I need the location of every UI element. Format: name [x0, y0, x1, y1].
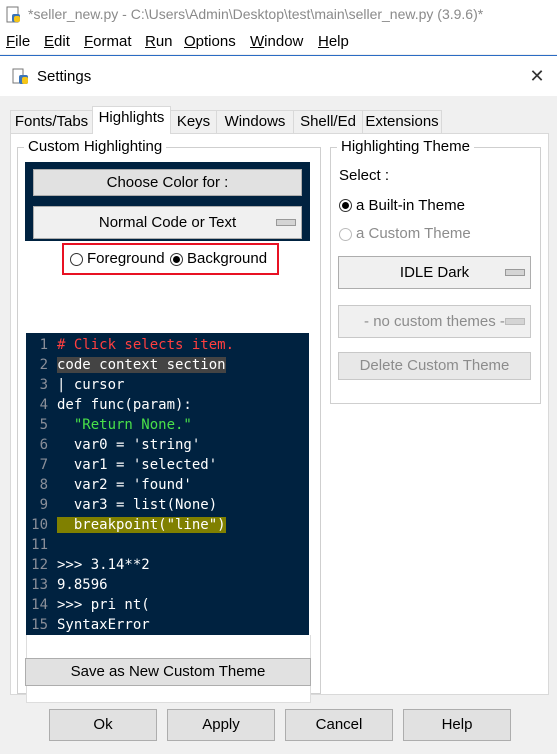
choose-color-button[interactable]: Choose Color for : [33, 169, 302, 196]
menu-format[interactable]: Format [84, 33, 132, 50]
close-icon[interactable]: ✕ [525, 64, 549, 88]
builtin-theme-menu[interactable]: IDLE Dark [338, 256, 531, 289]
sample-line-number: 8 [39, 477, 48, 493]
menu-button-indicator-icon [505, 318, 525, 325]
sample-line-number: 5 [39, 417, 48, 433]
custom-theme-label: a Custom Theme [356, 225, 471, 242]
sample-line-number: 12 [31, 557, 48, 573]
custom-theme-menu[interactable]: - no custom themes - [338, 305, 531, 338]
python-file-icon [6, 6, 20, 23]
menu-options-label: ptions [195, 33, 236, 50]
dialog-title: Settings [37, 68, 92, 85]
sample-line-number: 2 [39, 357, 48, 373]
sample-code-line: var1 = 'selected' [57, 457, 218, 473]
menu-edit-mnemonic: E [44, 33, 55, 50]
sample-line-number: 13 [31, 577, 48, 593]
sample-line-number: 4 [39, 397, 48, 413]
tab-fonts-tabs[interactable]: Fonts/Tabs [10, 110, 93, 133]
menu-button-indicator-icon [276, 219, 296, 226]
tab-shell-ed[interactable]: Shell/Ed [293, 110, 363, 133]
ok-button[interactable]: Ok [49, 709, 157, 741]
custom-theme-name: - no custom themes - [364, 313, 505, 330]
menu-edit[interactable]: Edit [44, 33, 70, 50]
menu-window[interactable]: Window [250, 33, 303, 50]
menu-help-mnemonic: H [318, 33, 329, 50]
sample-code-line: SyntaxError [57, 617, 150, 633]
sample-code-line: 9.8596 [57, 577, 108, 593]
sample-code-line: code context section [57, 357, 226, 373]
highlight-sample[interactable]: 1 2 3 4 5 6 7 8 9 10 11 12 13 14 15 # Click selects it… [26, 333, 309, 635]
tab-highlights[interactable]: Highlights [92, 106, 171, 134]
delete-custom-theme-button[interactable]: Delete Custom Theme [338, 352, 531, 380]
menu-help-label: elp [328, 33, 349, 50]
apply-button[interactable]: Apply [167, 709, 275, 741]
foreground-radio[interactable] [70, 253, 83, 266]
custom-highlighting-label: Custom Highlighting [24, 138, 167, 155]
sample-code-line: breakpoint("line") [57, 517, 226, 533]
highlight-target-menu[interactable]: Normal Code or Text [33, 206, 302, 239]
menu-file[interactable]: File [6, 33, 30, 50]
sample-code-line: def func(param): [57, 397, 192, 413]
sample-line-number: 11 [31, 537, 48, 553]
sample-code-line: | cursor [57, 377, 125, 393]
builtin-theme-radio[interactable] [339, 199, 352, 212]
sample-code-line: >>> 3.14**2 [57, 557, 150, 573]
python-feather-icon [12, 68, 28, 84]
builtin-theme-label: a Built-in Theme [356, 197, 465, 214]
menu-run-mnemonic: R [145, 33, 156, 50]
sample-code-line: var0 = 'string' [57, 437, 201, 453]
menu-run[interactable]: Run [145, 33, 173, 50]
save-custom-theme-button[interactable]: Save as New Custom Theme [25, 658, 311, 686]
menu-bar: File Edit Format Run Options Window Help [0, 30, 557, 54]
menu-format-label: ormat [93, 33, 132, 50]
sample-line-number: 9 [39, 497, 48, 513]
tab-extensions[interactable]: Extensions [362, 110, 442, 133]
sample-line-number: 1 [39, 337, 48, 353]
menu-file-mnemonic: F [6, 33, 16, 50]
menu-window-mnemonic: W [250, 33, 265, 50]
menu-help[interactable]: Help [318, 33, 349, 50]
background-radio[interactable] [170, 253, 183, 266]
menu-button-indicator-icon [505, 269, 525, 276]
settings-dialog: Settings ✕ Fonts/Tabs Highlights Keys Wi… [0, 55, 557, 754]
sample-line-number: 15 [31, 617, 48, 633]
background-label: Background [187, 250, 268, 267]
custom-theme-radio[interactable] [339, 228, 352, 241]
menu-window-label: indow [264, 33, 304, 50]
sample-line-number: 3 [39, 377, 48, 393]
sample-line-number: 6 [39, 437, 48, 453]
menu-run-label: un [155, 33, 173, 50]
foreground-label: Foreground [87, 250, 165, 267]
sample-line-number: 14 [31, 597, 48, 613]
dialog-titlebar: Settings ✕ [0, 56, 557, 96]
sample-code-line: "Return None." [57, 417, 192, 433]
highlighting-theme-label: Highlighting Theme [337, 138, 474, 155]
tab-windows[interactable]: Windows [216, 110, 294, 133]
menu-file-label: ile [15, 33, 31, 50]
app-titlebar: *seller_new.py - C:\Users\Admin\Desktop\… [0, 0, 557, 30]
select-label: Select : [339, 167, 390, 184]
menu-edit-label: dit [54, 33, 70, 50]
app-window-title: *seller_new.py - C:\Users\Admin\Desktop\… [28, 6, 484, 22]
sample-line-number: 10 [31, 517, 48, 533]
help-button[interactable]: Help [403, 709, 511, 741]
sample-code-line: # Click selects item. [57, 337, 235, 353]
builtin-theme-name: IDLE Dark [399, 264, 470, 281]
sample-code-line: >>> pri nt( [57, 597, 150, 613]
tab-keys[interactable]: Keys [170, 110, 217, 133]
menu-format-mnemonic: F [84, 33, 94, 50]
menu-options-mnemonic: O [184, 33, 196, 50]
sample-line-number: 7 [39, 457, 48, 473]
sample-code-line: var2 = 'found' [57, 477, 192, 493]
highlight-target-label: Normal Code or Text [98, 214, 237, 231]
menu-options[interactable]: Options [184, 33, 236, 50]
cancel-button[interactable]: Cancel [285, 709, 393, 741]
sample-code-line: var3 = list(None) [57, 497, 218, 513]
